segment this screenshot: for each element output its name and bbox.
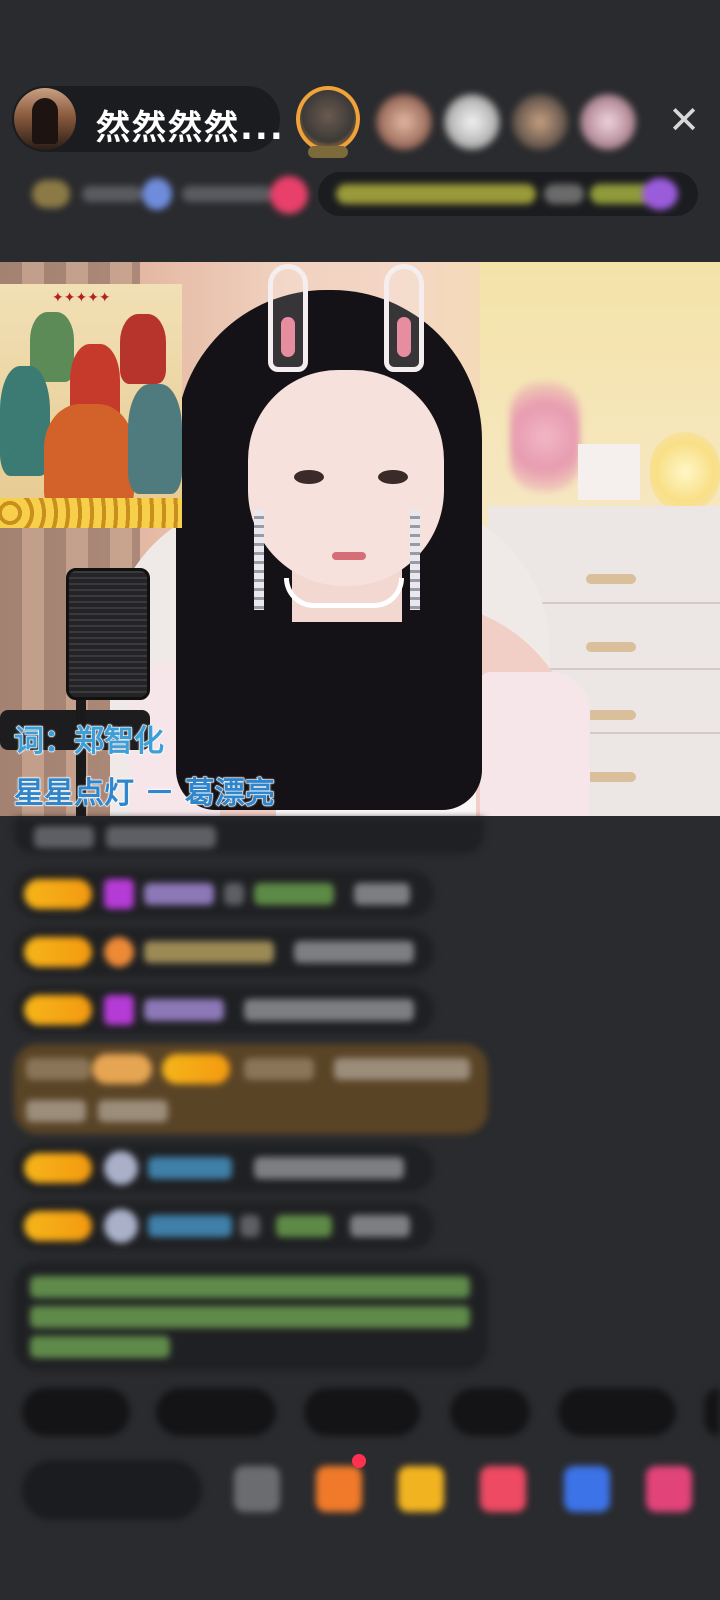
gift-message[interactable] xyxy=(14,1044,488,1134)
painting-figure xyxy=(0,366,50,476)
close-icon[interactable]: ✕ xyxy=(664,100,704,140)
user-level-badge xyxy=(24,995,92,1025)
user-level-badge xyxy=(162,1054,230,1084)
microphone xyxy=(66,568,150,700)
chat-message[interactable] xyxy=(14,818,484,854)
fan-club-icon[interactable] xyxy=(480,1466,526,1512)
diamond-icon xyxy=(104,995,134,1025)
top-viewer-avatar-4[interactable] xyxy=(512,94,568,150)
quick-reply-chip[interactable] xyxy=(304,1388,420,1436)
user-avatar xyxy=(104,1151,138,1185)
chat-message[interactable] xyxy=(14,928,434,976)
painting-gold-ingots xyxy=(0,498,182,528)
chat-message[interactable] xyxy=(14,1144,434,1192)
gift-icon[interactable] xyxy=(646,1466,692,1512)
announcement-marquee[interactable] xyxy=(318,172,698,216)
gift-box-icon[interactable] xyxy=(398,1466,444,1512)
lyric-song-line: 星星点灯 － 葛漂亮 xyxy=(14,776,276,812)
emoji-icon[interactable] xyxy=(234,1466,280,1512)
lamp xyxy=(650,432,720,512)
user-avatar xyxy=(104,1209,138,1243)
painting-figure xyxy=(128,384,182,494)
diamond-icon xyxy=(104,879,134,909)
viewer-rank-badge xyxy=(308,146,348,158)
notification-dot xyxy=(352,1454,366,1468)
live-video-stream[interactable]: ✦✦✦✦✦ 词：郑智化 星星点灯 － 葛漂亮 xyxy=(0,262,720,816)
chat-message[interactable] xyxy=(14,870,434,918)
host-name: 然然然然... xyxy=(96,108,285,148)
shop-icon[interactable] xyxy=(316,1466,362,1512)
painting-figure xyxy=(120,314,166,384)
quick-reply-chip[interactable] xyxy=(156,1388,276,1436)
dresser-knob xyxy=(586,642,636,652)
bunny-ear-right xyxy=(384,264,424,372)
host-avatar[interactable] xyxy=(14,88,76,150)
vase xyxy=(578,444,640,500)
top-viewer-avatar-3[interactable] xyxy=(444,94,500,150)
chat-message[interactable] xyxy=(14,1202,434,1250)
top-viewer-avatar-2[interactable] xyxy=(376,94,432,150)
chat-message[interactable] xyxy=(14,986,434,1034)
user-level-badge xyxy=(24,879,92,909)
earring-left xyxy=(254,510,264,610)
quick-reply-chip[interactable] xyxy=(704,1388,720,1436)
dresser-knob xyxy=(586,574,636,584)
streamer-eye-left xyxy=(294,470,324,484)
fan-club-icon xyxy=(104,937,134,967)
quick-reply-chip[interactable] xyxy=(22,1388,130,1436)
dresser-knob xyxy=(586,710,636,720)
room-info-row[interactable] xyxy=(22,172,318,216)
top-viewer-avatar-5[interactable] xyxy=(580,94,636,150)
lyric-credit-line: 词：郑智化 xyxy=(14,724,165,760)
host-info-pill[interactable]: 然然然然... xyxy=(12,86,283,152)
wealth-gods-painting: ✦✦✦✦✦ xyxy=(0,284,182,528)
painting-title-glyphs: ✦✦✦✦✦ xyxy=(52,290,111,306)
robe-right xyxy=(480,672,590,816)
game-icon[interactable] xyxy=(564,1466,610,1512)
top-viewer-avatar-1[interactable] xyxy=(296,86,360,158)
quick-reply-chip[interactable] xyxy=(558,1388,676,1436)
earring-right xyxy=(410,510,420,610)
lace-choker xyxy=(284,578,404,608)
bunny-ear-left xyxy=(268,264,308,372)
chat-input[interactable] xyxy=(22,1460,202,1520)
streamer-eye-right xyxy=(378,470,408,484)
flower-decoration xyxy=(510,382,580,492)
quick-reply-chip[interactable] xyxy=(450,1388,530,1436)
user-level-badge xyxy=(24,1211,92,1241)
user-level-badge xyxy=(24,1153,92,1183)
user-level-badge xyxy=(24,937,92,967)
streamer-mouth xyxy=(332,552,366,560)
dresser-knob xyxy=(586,772,636,782)
system-notice xyxy=(14,1262,488,1370)
